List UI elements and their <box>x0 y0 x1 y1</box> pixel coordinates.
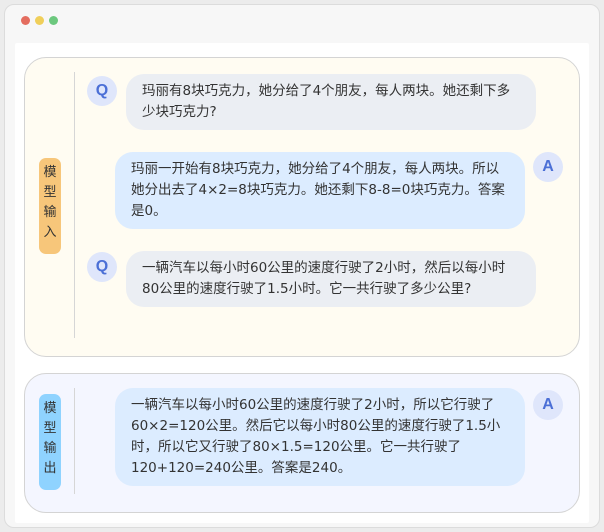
answer-bubble: 一辆汽车以每小时60公里的速度行驶了2小时，所以它行驶了60×2=120公里。然… <box>115 388 525 486</box>
model-input-label: 模 型 输 入 <box>39 158 61 254</box>
answer-avatar-icon: A <box>533 390 563 420</box>
label-char: 型 <box>43 421 57 436</box>
label-char: 出 <box>43 461 57 476</box>
label-char: 输 <box>43 205 57 220</box>
divider-line <box>74 72 75 338</box>
divider-line <box>74 388 75 494</box>
close-window-icon[interactable] <box>21 16 30 25</box>
question-avatar-icon: Q <box>87 252 117 282</box>
question-avatar-icon: Q <box>87 76 117 106</box>
label-char: 入 <box>43 225 57 240</box>
model-input-panel: 模 型 输 入 Q 玛丽有8块巧克力，她分给了4个朋友，每人两块。她还剩下多少块… <box>24 57 580 357</box>
question-bubble: 玛丽有8块巧克力，她分给了4个朋友，每人两块。她还剩下多少块巧克力? <box>126 74 536 130</box>
answer-bubble: 玛丽一开始有8块巧克力，她分给了4个朋友，每人两块。所以她分出去了4×2=8块巧… <box>115 152 525 229</box>
question-bubble: 一辆汽车以每小时60公里的速度行驶了2小时，然后以每小时80公里的速度行驶了1.… <box>126 251 536 307</box>
model-output-label: 模 型 输 出 <box>39 394 61 490</box>
label-char: 输 <box>43 441 57 456</box>
content-area: 模 型 输 入 Q 玛丽有8块巧克力，她分给了4个朋友，每人两块。她还剩下多少块… <box>15 43 589 523</box>
label-char: 模 <box>43 165 57 180</box>
window-titlebar <box>5 5 599 37</box>
maximize-window-icon[interactable] <box>49 16 58 25</box>
minimize-window-icon[interactable] <box>35 16 44 25</box>
app-window: 模 型 输 入 Q 玛丽有8块巧克力，她分给了4个朋友，每人两块。她还剩下多少块… <box>4 4 600 528</box>
answer-avatar-icon: A <box>533 152 563 182</box>
label-char: 模 <box>43 401 57 416</box>
label-char: 型 <box>43 185 57 200</box>
model-output-panel: 模 型 输 出 一辆汽车以每小时60公里的速度行驶了2小时，所以它行驶了60×2… <box>24 373 580 513</box>
